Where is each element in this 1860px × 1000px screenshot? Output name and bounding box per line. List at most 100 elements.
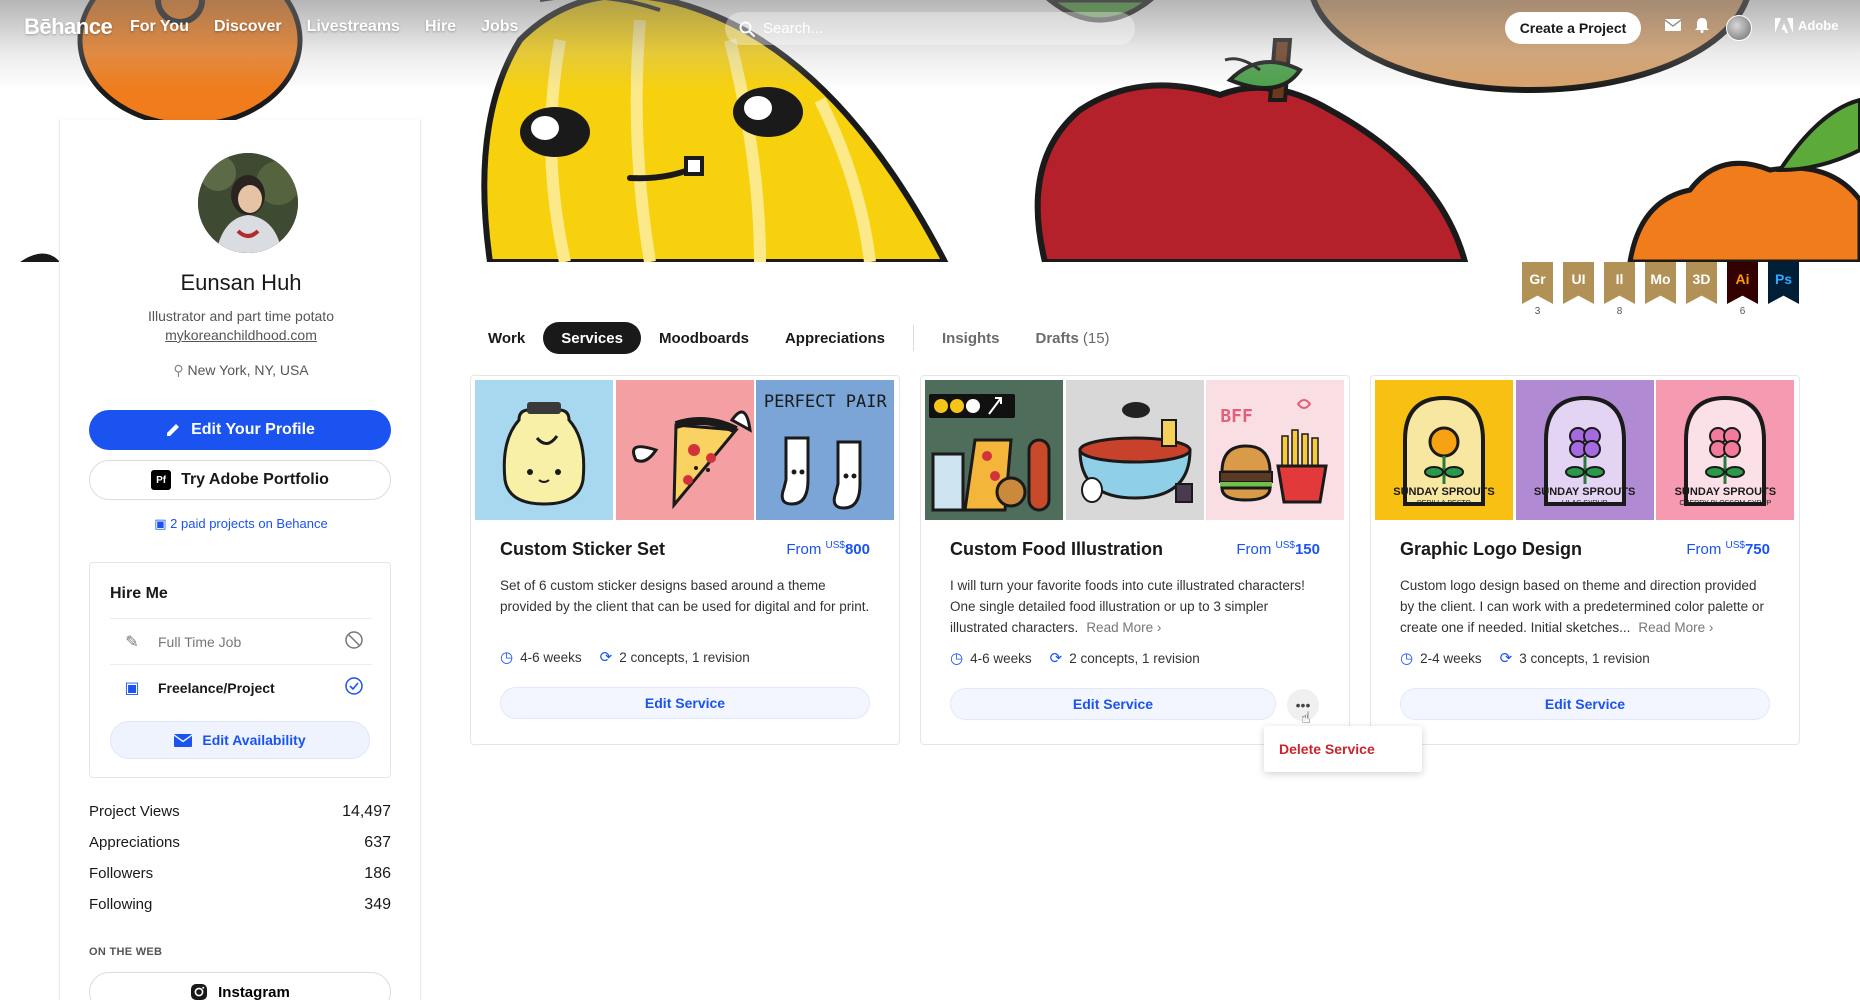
price-amount: 150 bbox=[1294, 541, 1320, 558]
service-revisions: ⟳ 2 concepts, 1 revision bbox=[600, 648, 750, 666]
service-description: Set of 6 custom sticker designs based ar… bbox=[500, 575, 872, 617]
user-avatar[interactable] bbox=[1726, 15, 1752, 41]
instagram-button[interactable]: Instagram bbox=[89, 972, 391, 1000]
price-amount: 750 bbox=[1744, 541, 1770, 558]
nav-links: For You Discover Livestreams Hire Jobs bbox=[130, 18, 518, 36]
search-input[interactable] bbox=[763, 20, 1103, 37]
nav-livestreams[interactable]: Livestreams bbox=[307, 18, 400, 36]
service-card-sticker-set[interactable]: PERFECT PAIR Custom Sticker Set From US$… bbox=[470, 375, 900, 745]
service-title[interactable]: Custom Sticker Set bbox=[500, 539, 665, 560]
service-card-logo-design[interactable]: SUNDAY SPROUTS PERILLA PESTO SUNDAY SPRO… bbox=[1370, 375, 1800, 745]
duration-text: 4-6 weeks bbox=[520, 649, 582, 665]
paid-projects-icon: ▣ bbox=[154, 516, 167, 531]
badge-3d[interactable]: 3D bbox=[1686, 262, 1717, 318]
service-description: I will turn your favorite foods into cut… bbox=[950, 575, 1322, 638]
edit-availability-button[interactable]: Edit Availability bbox=[110, 721, 370, 759]
profile-website-link[interactable]: mykoreanchildhood.com bbox=[60, 327, 422, 343]
badge-il[interactable]: Il 8 bbox=[1604, 262, 1635, 318]
badge-ai[interactable]: Ai 6 bbox=[1727, 262, 1758, 318]
tab-appreciations[interactable]: Appreciations bbox=[767, 322, 903, 354]
service-options-menu: Delete Service bbox=[1264, 726, 1422, 772]
service-description-text: Set of 6 custom sticker designs based ar… bbox=[500, 578, 870, 614]
thumbnail-perfect-pair-socks: PERFECT PAIR bbox=[756, 380, 895, 520]
adobe-menu[interactable]: Adobe bbox=[1775, 18, 1838, 33]
hire-option-full-time[interactable]: ✎ Full Time Job bbox=[110, 618, 372, 664]
thumbnail-banana-jar bbox=[475, 380, 614, 520]
skill-badges: Gr 3 UI Il 8 Mo 3D Ai 6 Ps bbox=[1522, 262, 1799, 318]
tab-insights[interactable]: Insights bbox=[924, 322, 1018, 354]
badge-flag: Ai bbox=[1727, 262, 1758, 304]
badge-flag: Gr bbox=[1522, 262, 1553, 304]
freelance-icon: ▣ bbox=[124, 679, 140, 697]
mail-icon[interactable] bbox=[1664, 18, 1682, 36]
read-more-link[interactable]: Read More › bbox=[1638, 620, 1713, 635]
nav-hire[interactable]: Hire bbox=[425, 18, 456, 36]
duration-text: 2-4 weeks bbox=[1420, 650, 1482, 666]
logo-subtitle: CHERRY BLOSSOM SYRUP bbox=[1679, 500, 1772, 507]
tab-divider bbox=[913, 325, 914, 351]
envelope-icon bbox=[174, 733, 193, 747]
tab-drafts[interactable]: Drafts (15) bbox=[1018, 322, 1128, 354]
service-title[interactable]: Graphic Logo Design bbox=[1400, 539, 1582, 560]
thumbnail-caption: BFF bbox=[1220, 406, 1253, 427]
paid-projects-link[interactable]: ▣ 2 paid projects on Behance bbox=[60, 516, 422, 532]
tab-work[interactable]: Work bbox=[470, 322, 543, 354]
profile-name: Eunsan Huh bbox=[180, 270, 302, 295]
profile-location: ⚲ New York, NY, USA bbox=[60, 362, 422, 379]
thumbnail-caption: PERFECT PAIR bbox=[763, 392, 887, 412]
available-check-icon bbox=[344, 676, 364, 699]
edit-profile-button[interactable]: Edit Your Profile bbox=[89, 410, 391, 450]
badge-mo[interactable]: Mo bbox=[1645, 262, 1676, 318]
full-time-label: Full Time Job bbox=[158, 633, 242, 650]
logo-subtitle: PERILLA PESTO bbox=[1417, 500, 1471, 507]
badge-ui[interactable]: UI bbox=[1563, 262, 1594, 318]
adobe-logo-icon bbox=[1775, 18, 1793, 33]
hire-me-title: Hire Me bbox=[110, 585, 168, 602]
profile-tagline: Illustrator and part time potato bbox=[148, 308, 334, 324]
behance-logo[interactable]: Bēhance bbox=[24, 14, 113, 40]
portfolio-badge-icon: Pf bbox=[151, 470, 172, 490]
nav-discover[interactable]: Discover bbox=[214, 18, 282, 36]
stat-label: Followers bbox=[89, 865, 154, 882]
badge-count: 3 bbox=[1534, 306, 1541, 317]
refresh-icon: ⟳ bbox=[1049, 650, 1063, 667]
price-amount: 800 bbox=[844, 541, 870, 558]
service-card-food-illustration[interactable]: BFF Custom Food Illustration From US$150… bbox=[920, 375, 1350, 745]
tab-services[interactable]: Services bbox=[543, 322, 641, 354]
service-thumbnails: PERFECT PAIR bbox=[475, 380, 895, 520]
badge-flag: UI bbox=[1563, 262, 1594, 304]
service-duration: ◷ 4-6 weeks bbox=[500, 648, 582, 666]
nav-jobs[interactable]: Jobs bbox=[481, 18, 518, 36]
nav-for-you[interactable]: For You bbox=[130, 18, 189, 36]
search-bar[interactable] bbox=[725, 12, 1135, 45]
profile-stats: Project Views 14,497 Appreciations 637 Fol… bbox=[89, 803, 391, 927]
badge-gr[interactable]: Gr 3 bbox=[1522, 262, 1553, 318]
badge-count: 8 bbox=[1616, 306, 1623, 317]
location-text: New York, NY, USA bbox=[187, 362, 309, 378]
logo-subtitle: LILAC SYRUP bbox=[1561, 500, 1608, 507]
badge-ps[interactable]: Ps bbox=[1768, 262, 1799, 318]
edit-service-button[interactable]: Edit Service bbox=[950, 688, 1276, 720]
edit-document-icon: ✎ bbox=[125, 633, 139, 651]
price-currency: US$ bbox=[1275, 540, 1295, 551]
hire-option-freelance[interactable]: ▣ Freelance/Project bbox=[110, 664, 372, 710]
create-project-button[interactable]: Create a Project bbox=[1505, 12, 1641, 44]
service-meta: ◷ 4-6 weeks ⟳ 2 concepts, 1 revision bbox=[950, 649, 1200, 667]
price-prefix: From bbox=[786, 541, 826, 558]
stat-followers[interactable]: Followers 186 bbox=[89, 865, 391, 896]
profile-avatar[interactable] bbox=[198, 153, 298, 253]
service-description: Custom logo design based on theme and di… bbox=[1400, 575, 1772, 638]
service-revisions: ⟳ 2 concepts, 1 revision bbox=[1050, 649, 1200, 667]
try-adobe-portfolio-button[interactable]: Pf Try Adobe Portfolio bbox=[89, 460, 391, 500]
edit-service-button[interactable]: Edit Service bbox=[1400, 688, 1770, 720]
read-more-link[interactable]: Read More › bbox=[1086, 620, 1161, 635]
tab-moodboards[interactable]: Moodboards bbox=[641, 322, 767, 354]
edit-service-button[interactable]: Edit Service bbox=[500, 687, 870, 719]
thumbnail-nyc-food bbox=[925, 380, 1064, 520]
service-meta: ◷ 2-4 weeks ⟳ 3 concepts, 1 revision bbox=[1400, 649, 1650, 667]
badge-count: 6 bbox=[1739, 306, 1746, 317]
delete-service-menu-item[interactable]: Delete Service bbox=[1279, 741, 1375, 757]
stat-following[interactable]: Following 349 bbox=[89, 896, 391, 927]
bell-icon[interactable] bbox=[1695, 17, 1709, 38]
service-title[interactable]: Custom Food Illustration bbox=[950, 539, 1163, 560]
